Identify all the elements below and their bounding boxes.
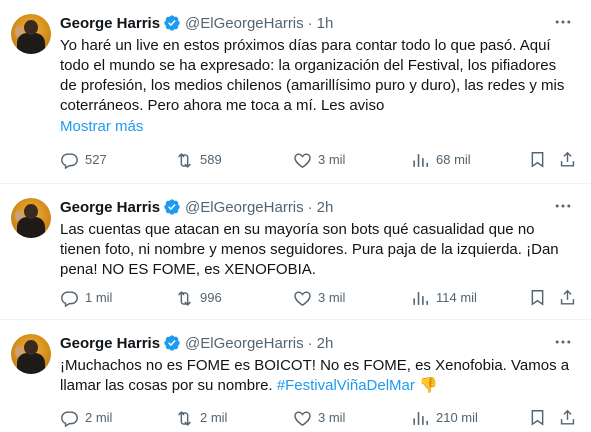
more-icon[interactable] (553, 332, 573, 352)
share-icon[interactable] (558, 150, 577, 169)
author-name[interactable]: George Harris (60, 15, 160, 32)
share-icon[interactable] (558, 408, 577, 427)
tweet-text-line: todo el mundo se ha expresado: la organi… (60, 57, 557, 74)
views-icon (413, 411, 429, 425)
retweet-button[interactable]: 996 (175, 288, 222, 308)
views-button[interactable]: 210 mil (411, 408, 478, 428)
retweet-button[interactable]: 589 (175, 150, 222, 170)
timestamp[interactable]: 2h (317, 335, 334, 352)
reply-icon (61, 410, 78, 427)
author-handle[interactable]: @ElGeorgeHarris (185, 335, 304, 352)
reply-count: 527 (85, 152, 107, 167)
views-button[interactable]: 114 mil (411, 288, 477, 308)
tweet-2[interactable]: George Harris @ElGeorgeHarris · 2h Las c… (0, 184, 591, 320)
tweet-text-line: Las cuentas que atacan en su mayoría son… (60, 221, 535, 238)
author-name[interactable]: George Harris (60, 199, 160, 216)
like-icon (294, 410, 311, 426)
reply-count: 1 mil (85, 290, 113, 305)
reply-icon (61, 152, 78, 169)
retweet-icon (178, 410, 191, 426)
author-name[interactable]: George Harris (60, 335, 160, 352)
like-count: 3 mil (318, 410, 346, 425)
more-icon[interactable] (553, 196, 573, 216)
like-icon (294, 152, 311, 168)
avatar[interactable] (11, 334, 51, 374)
tweet-text-line: ¡Muchachos no es FOME es BOICOT! No es F… (60, 357, 570, 374)
like-count: 3 mil (318, 152, 346, 167)
retweet-icon (178, 290, 191, 306)
views-icon (413, 291, 429, 305)
verified-badge-icon (164, 199, 180, 215)
tweet-text-line: de profesión, los medios chilenos (amari… (60, 77, 565, 94)
like-button[interactable]: 3 mil (293, 408, 345, 428)
tweet-text-segment: llamar las cosas por su nombre. (60, 377, 273, 394)
tweet-header: George Harris @ElGeorgeHarris · 2h (60, 196, 333, 218)
bookmark-icon[interactable] (528, 408, 547, 427)
retweet-icon (178, 152, 191, 168)
timestamp[interactable]: 2h (317, 199, 334, 216)
avatar[interactable] (11, 198, 51, 238)
tweet-text: Las cuentas que atacan en su mayoría son… (60, 220, 580, 280)
author-handle[interactable]: @ElGeorgeHarris (185, 15, 304, 32)
views-count: 210 mil (436, 410, 478, 425)
tweet-text: Yo haré un live en estos próximos días p… (60, 36, 580, 116)
reply-icon (61, 290, 78, 307)
views-count: 114 mil (436, 290, 477, 305)
reply-button[interactable]: 2 mil (60, 408, 112, 428)
reply-button[interactable]: 527 (60, 150, 107, 170)
views-button[interactable]: 68 mil (411, 150, 471, 170)
like-button[interactable]: 3 mil (293, 150, 345, 170)
verified-badge-icon (164, 15, 180, 31)
separator: · (307, 198, 313, 216)
hashtag-link[interactable]: #FestivalViñaDelMar (277, 377, 415, 394)
tweet-actions: 1 mil 996 3 mil 114 mil (60, 288, 581, 308)
tweet-header: George Harris @ElGeorgeHarris · 1h (60, 12, 333, 34)
bookmark-icon[interactable] (528, 150, 547, 169)
verified-badge-icon (164, 335, 180, 351)
timestamp[interactable]: 1h (317, 15, 334, 32)
tweet-actions: 527 589 3 mil 68 mil (60, 150, 581, 170)
tweet-text-line: Yo haré un live en estos próximos días p… (60, 37, 551, 54)
views-count: 68 mil (436, 152, 471, 167)
retweet-button[interactable]: 2 mil (175, 408, 227, 428)
tweet-text-line: coterráneos. Pero ahora me toca a mí. Le… (60, 97, 385, 114)
reply-button[interactable]: 1 mil (60, 288, 112, 308)
thumbs-down-emoji: 👎 (419, 377, 438, 394)
like-button[interactable]: 3 mil (293, 288, 345, 308)
tweet-text-line: tienen foto, ni nombre y menos seguidore… (60, 241, 559, 258)
like-count: 3 mil (318, 290, 346, 305)
avatar[interactable] (11, 14, 51, 54)
show-more-link[interactable]: Mostrar más (60, 118, 143, 135)
retweet-count: 589 (200, 152, 222, 167)
views-icon (413, 153, 429, 167)
separator: · (307, 14, 313, 32)
tweet-1[interactable]: George Harris @ElGeorgeHarris · 1h Yo ha… (0, 0, 591, 184)
tweet-3[interactable]: George Harris @ElGeorgeHarris · 2h ¡Much… (0, 320, 591, 432)
tweet-text-line: llamar las cosas por su nombre. #Festiva… (60, 376, 580, 396)
reply-count: 2 mil (85, 410, 113, 425)
retweet-count: 996 (200, 290, 222, 305)
like-icon (294, 290, 311, 306)
tweet-text-line: pena! NO ES FOME, es XENOFOBIA. (60, 261, 316, 278)
tweet-header: George Harris @ElGeorgeHarris · 2h (60, 332, 333, 354)
author-handle[interactable]: @ElGeorgeHarris (185, 199, 304, 216)
tweet-actions: 2 mil 2 mil 3 mil 210 mil (60, 408, 581, 428)
retweet-count: 2 mil (200, 410, 228, 425)
more-icon[interactable] (553, 12, 573, 32)
separator: · (307, 334, 313, 352)
share-icon[interactable] (558, 288, 577, 307)
bookmark-icon[interactable] (528, 288, 547, 307)
tweet-text: ¡Muchachos no es FOME es BOICOT! No es F… (60, 356, 580, 396)
